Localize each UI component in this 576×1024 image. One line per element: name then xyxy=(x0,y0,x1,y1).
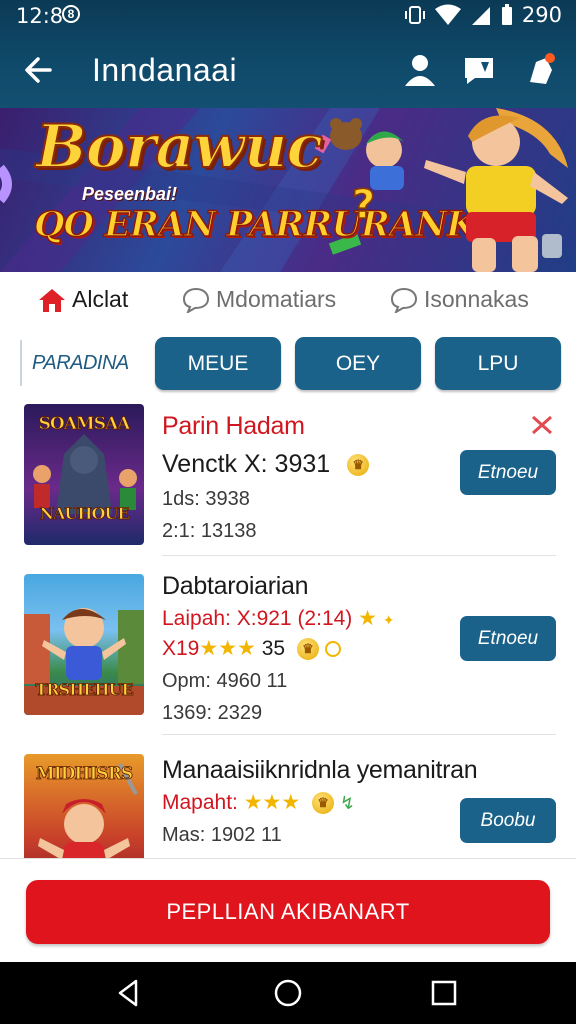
thumbnail-title-top: MIDHISRS xyxy=(35,764,133,785)
vibrate-icon xyxy=(404,6,425,24)
item-divider xyxy=(162,734,556,735)
status-time: 12:8 xyxy=(16,4,64,28)
tab-bar: Alclat Mdomatiars Isonnakas xyxy=(0,278,576,328)
arrow-icon: ↯ xyxy=(339,793,355,813)
category-row: PARADINA MEUE OEY LPU xyxy=(0,334,576,394)
item-line-5: 1369: 2329 xyxy=(162,702,263,724)
item-line-3-suffix: 35 xyxy=(261,637,286,660)
back-nav-icon[interactable] xyxy=(112,976,146,1010)
banner-small-text: Peseenbai! xyxy=(82,184,178,204)
primary-cta-button[interactable]: PEPLLIAN AKIBANART xyxy=(26,880,550,944)
thumbnail-title-top: SOAMSAA xyxy=(38,414,131,435)
system-nav-bar xyxy=(0,962,576,1024)
back-arrow-icon[interactable] xyxy=(20,50,60,90)
status-icons: 290 xyxy=(404,3,562,27)
tab-label: Isonnakas xyxy=(424,286,529,312)
recents-nav-icon[interactable] xyxy=(427,976,461,1010)
signal-icon xyxy=(471,7,490,25)
thumbnail-title-bottom: TRSHEHUE xyxy=(35,680,134,700)
banner-title: Borawuc xyxy=(35,111,324,183)
coin-icon: ♛ xyxy=(312,792,335,815)
item-line-2-text: Mapaht: xyxy=(162,791,238,814)
item-line-2-text: Venctk X: 3931 xyxy=(162,450,331,478)
item-line-2: Mapaht: ★★★ ♛ ↯ xyxy=(162,790,355,815)
thumbnail-title-bottom: NAUHOUE xyxy=(39,504,130,524)
tab-label: Alclat xyxy=(72,286,129,312)
category-button-lpu[interactable]: LPU xyxy=(435,337,561,390)
item-line-2-text: Laipah: X:921 (2:14) xyxy=(162,607,353,630)
promo-banner[interactable]: Borawuc Peseenbai! QO ERAN PARRURANKA! ? xyxy=(0,108,576,272)
item-action-button[interactable]: Etnoeu xyxy=(460,450,556,495)
item-title: Manaaisiiknridnla yemanitran xyxy=(162,756,478,784)
game-thumbnail: TRSHEHUE xyxy=(24,574,144,715)
close-x-icon[interactable] xyxy=(530,414,554,436)
banner-characters-illustration: ? xyxy=(330,108,568,272)
item-action-button[interactable]: Etnoeu xyxy=(460,616,556,661)
game-thumbnail: MIDHISRS xyxy=(24,754,144,858)
status-bar: 12:8 8 290 xyxy=(0,0,576,34)
app-bar: Inndanaai xyxy=(0,36,576,106)
item-line-2: Venctk X: 3931 ♛ xyxy=(162,450,370,479)
star-icon: ★ xyxy=(358,607,377,630)
profile-icon[interactable] xyxy=(402,52,438,88)
item-line-3: X19★★★ 35 ♛ xyxy=(162,636,341,661)
notification-icon: 8 xyxy=(62,5,80,23)
battery-text: 290 xyxy=(521,3,562,27)
svg-text:?: ? xyxy=(352,182,375,228)
category-button-meue[interactable]: MEUE xyxy=(155,337,281,390)
item-line-3: 1ds: 3938 xyxy=(162,488,250,510)
tab-isonnakas[interactable]: Isonnakas xyxy=(390,286,529,313)
coin-icon: ♛ xyxy=(347,454,370,477)
item-action-button[interactable]: Boobu xyxy=(460,798,556,843)
item-title: Dabtaroiarian xyxy=(162,572,309,600)
category-label: PARADINA xyxy=(20,340,129,386)
game-list: SOAMSAA NAUHOUE Parin Hadam Venctk X: 39… xyxy=(0,398,576,858)
message-icon[interactable] xyxy=(461,52,497,88)
item-divider xyxy=(162,555,556,556)
home-nav-icon[interactable] xyxy=(271,976,305,1010)
sparkle-icon: ✦ xyxy=(382,612,395,628)
item-line-3-text: X19 xyxy=(162,637,200,660)
rating-stars: ★★★ xyxy=(199,637,256,660)
game-thumbnail: SOAMSAA NAUHOUE xyxy=(24,404,144,545)
category-button-oey[interactable]: OEY xyxy=(295,337,421,390)
app-title: Inndanaai xyxy=(92,52,238,88)
battery-icon xyxy=(501,4,512,25)
item-line-4: Opm: 4960 11 xyxy=(162,670,288,692)
item-line-3: Mas: 1902 11 xyxy=(162,824,282,846)
bottom-divider xyxy=(0,858,576,859)
tab-mdomatiars[interactable]: Mdomatiars xyxy=(182,286,336,313)
ring-icon xyxy=(324,641,341,658)
app-screen: 12:8 8 290 Inndanaai Borawuc Peseenbai! … xyxy=(0,0,576,1024)
coin-icon: ♛ xyxy=(296,638,319,661)
item-title: Parin Hadam xyxy=(162,412,305,440)
rating-stars: ★★★ xyxy=(243,791,301,814)
tab-label: Mdomatiars xyxy=(216,286,337,312)
item-line-2: Laipah: X:921 (2:14) ★ ✦ xyxy=(162,606,395,631)
item-line-4: 2:1: 13138 xyxy=(162,520,257,542)
notification-bell-icon[interactable] xyxy=(524,52,560,88)
wifi-icon xyxy=(434,4,461,25)
home-icon xyxy=(39,288,65,312)
chat-icon xyxy=(390,287,418,313)
chat-icon xyxy=(182,287,210,313)
tab-alclat[interactable]: Alclat xyxy=(38,286,128,313)
